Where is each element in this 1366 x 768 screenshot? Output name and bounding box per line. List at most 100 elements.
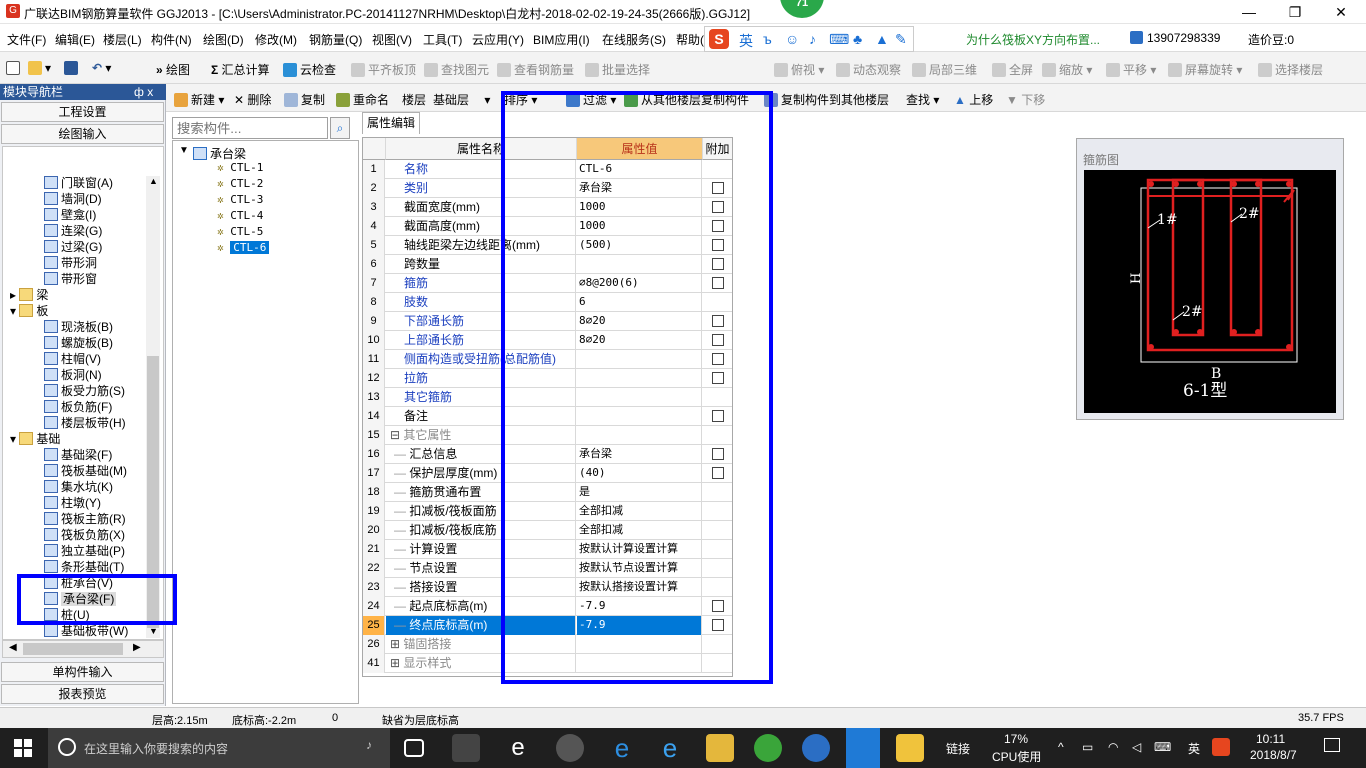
copy-button[interactable]: 复制: [284, 91, 325, 108]
wifi-icon[interactable]: ◠: [1108, 740, 1118, 754]
nav-tree-item[interactable]: 集水坑(K): [44, 478, 113, 495]
menu-bim[interactable]: BIM应用(I): [533, 31, 590, 48]
draw-button[interactable]: » 绘图: [156, 61, 190, 78]
menu-draw[interactable]: 绘图(D): [203, 31, 244, 48]
nav-tree-item[interactable]: 板受力筋(S): [44, 382, 125, 399]
nav-tree-item[interactable]: 基础梁(F): [44, 446, 112, 463]
clock-date[interactable]: 2018/8/7: [1250, 748, 1297, 762]
menu-component[interactable]: 构件(N): [151, 31, 192, 48]
ie-blue-icon[interactable]: e: [656, 734, 684, 762]
component-list-item[interactable]: ✲ CTL-5: [217, 225, 263, 238]
top-view-button[interactable]: 俯视 ▾: [774, 61, 824, 78]
zoom-button[interactable]: 缩放 ▾: [1042, 61, 1092, 78]
nav-tree-item[interactable]: 壁龛(I): [44, 206, 96, 223]
menu-edit[interactable]: 编辑(E): [55, 31, 95, 48]
file-explorer-icon[interactable]: [706, 734, 734, 762]
mic-icon[interactable]: ♪: [366, 738, 372, 752]
component-list-item[interactable]: ✲ CTL-4: [217, 209, 263, 222]
nav-hscroll[interactable]: ◀ ▶: [2, 640, 164, 658]
undo-icon[interactable]: ↶ ▾: [92, 61, 111, 75]
pan-button[interactable]: 平移 ▾: [1106, 61, 1156, 78]
new-file-icon[interactable]: [6, 61, 23, 75]
nav-tree-item[interactable]: 筏板基础(M): [44, 462, 127, 479]
app-notify-icon[interactable]: [556, 734, 584, 762]
task-view-icon[interactable]: [404, 739, 424, 757]
search-icon[interactable]: ⌕: [330, 117, 350, 139]
find-element-button[interactable]: 查找图元: [424, 61, 489, 78]
menu-online[interactable]: 在线服务(S): [602, 31, 666, 48]
mic-icon[interactable]: ♪: [809, 31, 816, 47]
component-list-item[interactable]: ✲ CTL-3: [217, 193, 263, 206]
menu-floor[interactable]: 楼层(L): [103, 31, 142, 48]
nav-tree-item[interactable]: 墙洞(D): [44, 190, 102, 207]
action-center-icon[interactable]: [1324, 738, 1340, 752]
tree-toggle[interactable]: ▾: [10, 432, 19, 446]
clock-time[interactable]: 10:11: [1256, 732, 1285, 746]
scroll-up-icon[interactable]: ▲: [149, 176, 158, 186]
user-phone[interactable]: 13907298339: [1130, 31, 1220, 45]
summary-calc-button[interactable]: Σ 汇总计算: [211, 61, 270, 78]
menu-view[interactable]: 视图(V): [372, 31, 412, 48]
scroll-right-icon[interactable]: ▶: [133, 642, 141, 653]
draw-input-button[interactable]: 绘图输入: [1, 124, 164, 144]
nav-tree-item[interactable]: 门联窗(A): [44, 174, 113, 191]
select-floor-button[interactable]: 选择楼层: [1258, 61, 1323, 78]
punct-icon[interactable]: ъ: [763, 31, 772, 47]
find-button[interactable]: 查找 ▾: [906, 91, 939, 108]
nav-tree-item[interactable]: 过梁(G): [44, 238, 102, 255]
open-folder-icon[interactable]: ▾: [28, 61, 51, 75]
windows-start-icon[interactable]: [14, 739, 32, 757]
taskbar-search-input[interactable]: 在这里输入你要搜索的内容 ♪: [48, 728, 390, 768]
new-component-button[interactable]: 新建 ▾: [174, 91, 224, 108]
nav-tree-item[interactable]: 独立基础(P): [44, 542, 125, 559]
emoji-icon[interactable]: ☺: [785, 31, 799, 47]
copy-to-floor-button[interactable]: 复制构件到其他楼层: [764, 91, 889, 108]
component-list-item[interactable]: ✲ CTL-2: [217, 177, 263, 190]
pin-icon[interactable]: ф x: [134, 84, 153, 100]
nav-tree-item[interactable]: 柱墩(Y): [44, 494, 101, 511]
menu-rebar-qty[interactable]: 钢筋量(Q): [309, 31, 362, 48]
nav-tree-item[interactable]: 带形窗: [44, 270, 97, 287]
nav-tree-item[interactable]: 带形洞: [44, 254, 97, 271]
skin-icon[interactable]: ♣: [853, 31, 862, 47]
tab-property-edit[interactable]: 属性编辑: [362, 112, 420, 134]
move-up-button[interactable]: ▲ 上移: [954, 91, 993, 108]
batch-select-button[interactable]: 批量选择: [585, 61, 650, 78]
report-preview-button[interactable]: 报表预览: [1, 684, 164, 704]
nav-tree-item[interactable]: ▾ 板: [10, 302, 48, 319]
minimize-button[interactable]: —: [1226, 0, 1272, 24]
ggj-app-icon[interactable]: [846, 728, 880, 768]
component-list-item[interactable]: ✲ CTL-1: [217, 161, 263, 174]
tip-link[interactable]: 为什么筏板XY方向布置...: [966, 31, 1100, 48]
shirt-icon[interactable]: ▲: [875, 31, 889, 47]
view-rebar-qty-button[interactable]: 查看钢筋量: [497, 61, 574, 78]
save-icon[interactable]: [64, 61, 81, 75]
menu-modify[interactable]: 修改(M): [255, 31, 297, 48]
nav-hscroll-thumb[interactable]: [23, 643, 123, 655]
links-label[interactable]: 链接: [946, 740, 970, 757]
scroll-down-icon[interactable]: ▼: [149, 626, 158, 636]
notes-app-icon[interactable]: [896, 734, 924, 762]
nav-tree-item[interactable]: ▾ 基础: [10, 430, 60, 447]
scroll-left-icon[interactable]: ◀: [9, 642, 17, 653]
fullscreen-button[interactable]: 全屏: [992, 61, 1033, 78]
tree-toggle[interactable]: ▸: [10, 288, 19, 302]
ie-icon[interactable]: e: [504, 734, 532, 762]
align-slab-top-button[interactable]: 平齐板顶: [351, 61, 416, 78]
wrench-icon[interactable]: ✎: [895, 31, 907, 48]
close-button[interactable]: ✕: [1318, 0, 1364, 24]
nav-tree-item[interactable]: 连梁(G): [44, 222, 102, 239]
component-search-input[interactable]: [172, 117, 328, 139]
nav-tree-item[interactable]: 板洞(N): [44, 366, 102, 383]
project-settings-button[interactable]: 工程设置: [1, 102, 164, 122]
battery-icon[interactable]: ▭: [1082, 740, 1093, 754]
cloud-check-button[interactable]: 云检查: [283, 61, 336, 78]
component-list-item[interactable]: ✲ CTL-6: [217, 241, 270, 254]
component-root[interactable]: 承台梁: [193, 145, 246, 162]
nav-tree-item[interactable]: 现浇板(B): [44, 318, 113, 335]
group-toggle[interactable]: ⊞: [390, 637, 403, 651]
menu-file[interactable]: 文件(F): [7, 31, 46, 48]
sogou-icon[interactable]: S: [709, 29, 729, 49]
notification-badge[interactable]: 71: [780, 0, 824, 18]
sogou-tray-icon[interactable]: [1212, 738, 1230, 756]
